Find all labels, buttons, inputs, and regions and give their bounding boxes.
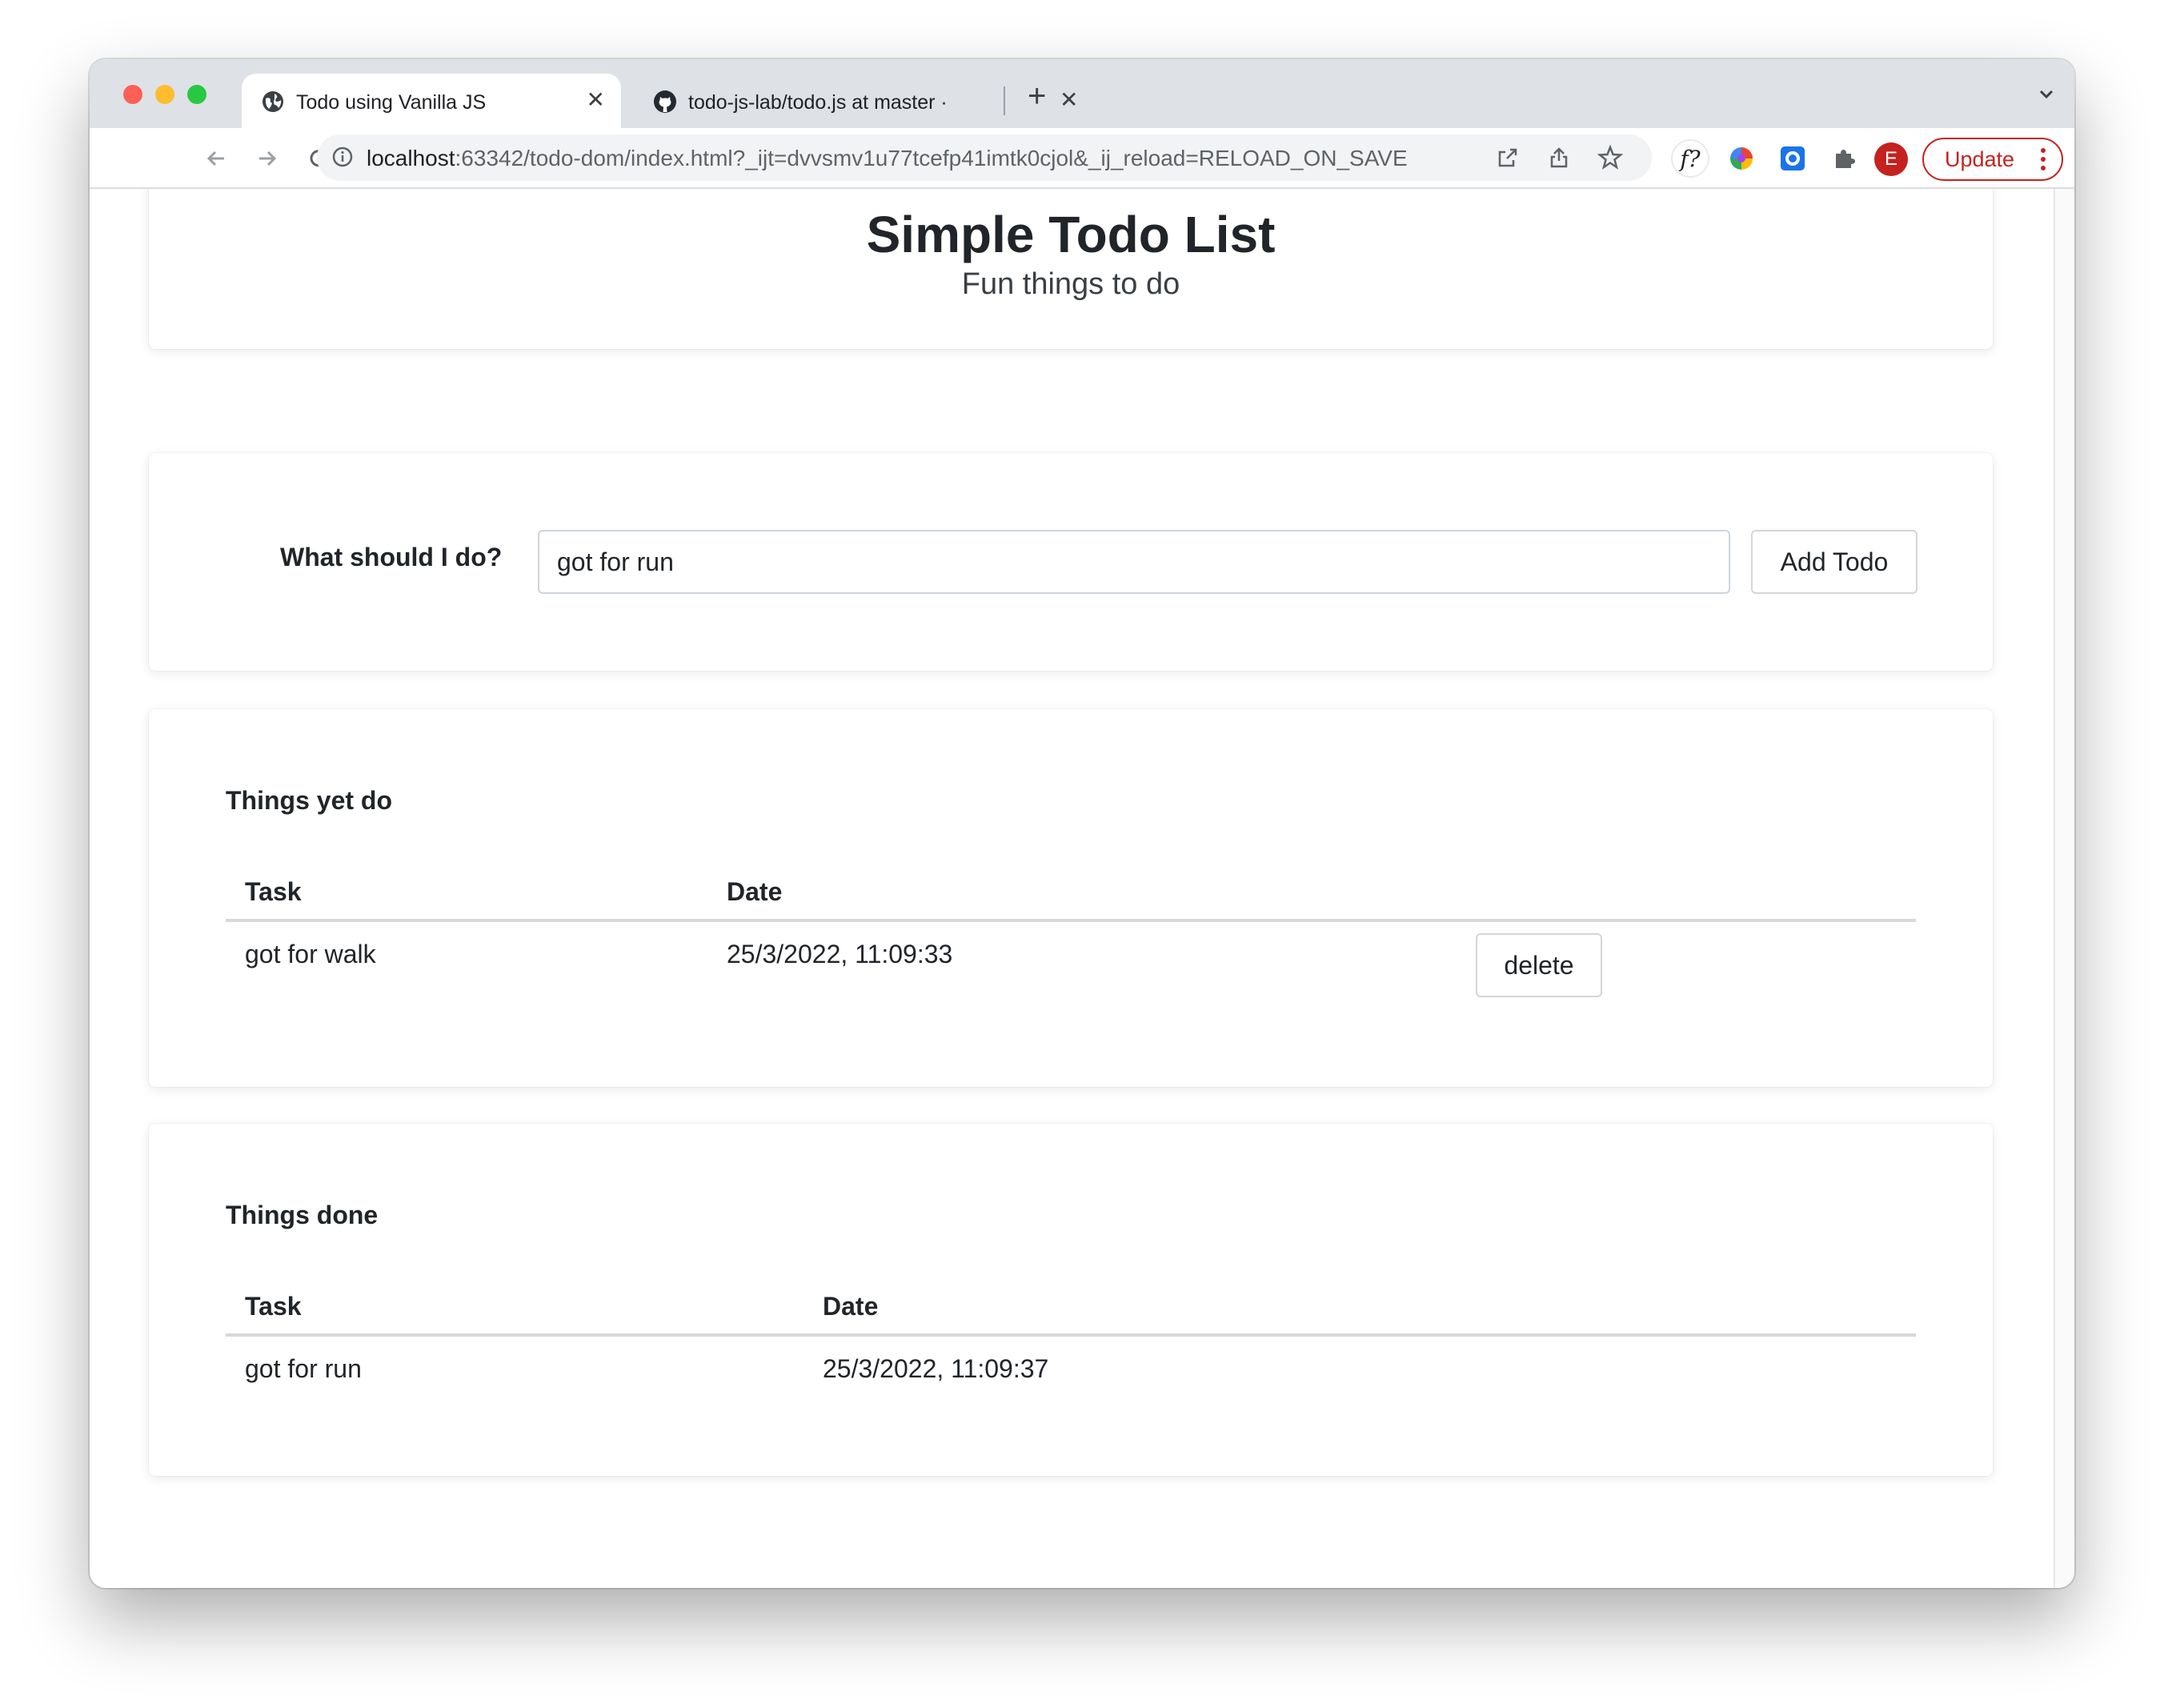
browser-toolbar: localhost:63342/todo-dom/index.html?_ijt… (90, 128, 2074, 189)
page-scrollbar[interactable] (2054, 189, 2074, 1588)
url-host: localhost (367, 146, 455, 170)
todo-section-title: Things yet do (226, 786, 392, 815)
add-todo-button[interactable]: Add Todo (1751, 530, 1918, 594)
todo-input[interactable] (538, 530, 1730, 594)
forward-icon[interactable] (251, 142, 283, 174)
address-bar[interactable]: localhost:63342/todo-dom/index.html?_ijt… (317, 134, 1652, 181)
column-header-task: Task (245, 877, 302, 906)
info-icon[interactable] (327, 141, 359, 173)
header-card: Simple Todo List Fun things to do (149, 189, 1993, 349)
update-button[interactable]: Update (1922, 138, 2063, 181)
close-tab-icon[interactable]: ✕ (1060, 88, 1078, 112)
tab-strip: Todo using Vanilla JS ✕ todo-js-lab/todo… (90, 59, 2074, 128)
extension-shield-icon[interactable] (1775, 141, 1810, 176)
bookmark-star-icon[interactable] (1594, 142, 1626, 174)
chevron-down-icon[interactable] (2034, 82, 2058, 106)
task-cell: got for walk (245, 940, 376, 968)
close-window-button[interactable] (123, 85, 142, 104)
add-todo-card: What should I do? Add Todo (149, 453, 1993, 671)
table-row: got for run 25/3/2022, 11:09:37 (226, 1337, 1916, 1425)
url-text: localhost:63342/todo-dom/index.html?_ijt… (367, 146, 1408, 171)
tab-title: todo-js-lab/todo.js at master · (688, 91, 948, 114)
todo-list-card: Things yet do Task Date got for walk 25/… (149, 709, 1993, 1087)
page-subtitle: Fun things to do (961, 267, 1180, 301)
profile-avatar[interactable]: E (1874, 142, 1908, 176)
table-header-row: Task Date (226, 866, 1916, 922)
table-header-row: Task Date (226, 1281, 1916, 1337)
back-icon[interactable] (200, 142, 232, 174)
tab-divider (1004, 86, 1005, 115)
browser-window: Todo using Vanilla JS ✕ todo-js-lab/todo… (90, 59, 2074, 1588)
date-cell: 25/3/2022, 11:09:33 (727, 940, 953, 968)
open-in-new-icon[interactable] (1492, 142, 1524, 174)
tab-title: Todo using Vanilla JS (296, 91, 487, 114)
close-tab-icon[interactable]: ✕ (587, 88, 605, 112)
done-list-card: Things done Task Date got for run 25/3/2… (149, 1124, 1993, 1476)
extension-fquery-icon[interactable]: f? (1673, 141, 1708, 176)
column-header-date: Date (823, 1292, 879, 1321)
tab-todo-vanilla-js[interactable]: Todo using Vanilla JS ✕ (242, 74, 621, 128)
table-row: got for walk 25/3/2022, 11:09:33 delete (226, 922, 1916, 1010)
date-cell: 25/3/2022, 11:09:37 (823, 1354, 1049, 1383)
extensions-puzzle-icon[interactable] (1826, 141, 1861, 176)
new-tab-button[interactable]: + (1028, 80, 1046, 112)
url-path: :63342/todo-dom/index.html?_ijt=dvvsmv1u… (455, 146, 1408, 170)
share-icon[interactable] (1543, 142, 1575, 174)
todo-input-label: What should I do? (280, 543, 503, 571)
zoom-window-button[interactable] (187, 85, 206, 104)
todo-table: Task Date got for walk 25/3/2022, 11:09:… (226, 866, 1916, 1010)
more-vert-icon[interactable] (2041, 148, 2047, 174)
minimize-window-button[interactable] (155, 85, 174, 104)
column-header-date: Date (727, 877, 783, 906)
done-section-title: Things done (226, 1201, 379, 1229)
page-content: Simple Todo List Fun things to do What s… (90, 189, 2054, 1588)
column-header-task: Task (245, 1292, 302, 1321)
tab-github-todo-js[interactable]: todo-js-lab/todo.js at master · ✕ (634, 74, 1084, 128)
extension-color-picker-icon[interactable] (1724, 141, 1759, 176)
delete-button[interactable]: delete (1476, 933, 1602, 997)
update-label: Update (1945, 146, 2015, 171)
task-cell: got for run (245, 1354, 362, 1383)
page-title: Simple Todo List (866, 206, 1276, 263)
globe-icon (262, 91, 283, 112)
done-table: Task Date got for run 25/3/2022, 11:09:3… (226, 1281, 1916, 1425)
github-icon (654, 90, 676, 113)
